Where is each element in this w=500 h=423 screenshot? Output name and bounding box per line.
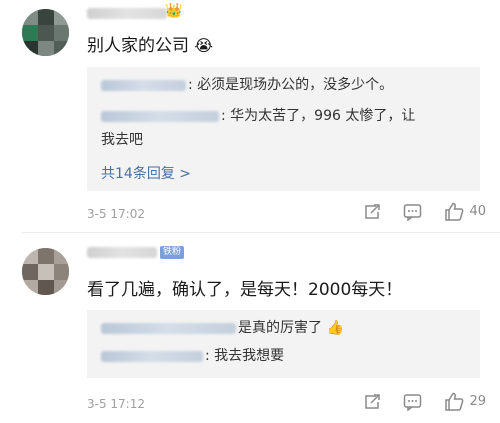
comment-item: 👑 别人家的公司 😭 : 必须是现场办公的，没多少个。 : 华为太苦了，996 … bbox=[0, 0, 500, 232]
fan-badge: 铁粉 bbox=[160, 246, 185, 259]
comment-button[interactable] bbox=[403, 203, 422, 221]
username[interactable] bbox=[87, 8, 167, 19]
user-badge-icon: 👑 bbox=[165, 3, 183, 19]
comment-icon bbox=[404, 393, 422, 411]
comment-time: 3-5 17:02 bbox=[87, 207, 145, 221]
reply-item[interactable]: : 华为太苦了，996 太惨了，让 我去吧 bbox=[101, 104, 470, 152]
reply-username[interactable] bbox=[101, 79, 186, 91]
reply-username[interactable] bbox=[101, 322, 236, 334]
reply-item[interactable]: : 必须是现场办公的，没多少个。 bbox=[101, 73, 470, 97]
comment-actions: 29 bbox=[341, 392, 486, 411]
share-button[interactable] bbox=[363, 393, 381, 411]
comment-time: 3-5 17:12 bbox=[87, 397, 145, 411]
share-icon bbox=[365, 203, 381, 219]
reply-username[interactable] bbox=[101, 110, 219, 122]
comment-text: 别人家的公司 😭 bbox=[87, 36, 214, 56]
reply-box[interactable]: 是真的厉害了 👍 : 我去我想要 bbox=[87, 310, 480, 378]
avatar[interactable] bbox=[22, 248, 69, 295]
crying-emoji: 😭 bbox=[194, 36, 214, 55]
comment-item: 铁粉 看了几遍，确认了，是每天！2000每天！ 是真的厉害了 👍 : 我去我想要… bbox=[0, 232, 500, 423]
like-count: 40 bbox=[469, 204, 486, 219]
reply-box[interactable]: : 必须是现场办公的，没多少个。 : 华为太苦了，996 太惨了，让 我去吧 共1… bbox=[87, 67, 480, 191]
thumbs-up-emoji: 👍 bbox=[326, 320, 344, 336]
reply-username[interactable] bbox=[101, 350, 203, 362]
like-button[interactable]: 40 bbox=[444, 202, 486, 221]
comment-actions: 40 bbox=[341, 202, 486, 221]
reply-item[interactable]: : 我去我想要 bbox=[101, 344, 470, 368]
reply-item[interactable]: 是真的厉害了 👍 bbox=[101, 316, 470, 340]
avatar[interactable] bbox=[22, 9, 69, 56]
comment-icon bbox=[404, 203, 422, 221]
share-button[interactable] bbox=[363, 203, 381, 221]
comment-text: 看了几遍，确认了，是每天！2000每天！ bbox=[87, 280, 403, 300]
more-replies-link[interactable]: 共14条回复 > bbox=[101, 163, 191, 183]
share-icon bbox=[365, 393, 381, 409]
thumbs-up-icon bbox=[445, 202, 464, 221]
username[interactable] bbox=[87, 247, 157, 258]
comment-button[interactable] bbox=[403, 393, 422, 411]
like-button[interactable]: 29 bbox=[444, 392, 486, 411]
like-count: 29 bbox=[469, 394, 486, 409]
thumbs-up-icon bbox=[445, 392, 464, 411]
